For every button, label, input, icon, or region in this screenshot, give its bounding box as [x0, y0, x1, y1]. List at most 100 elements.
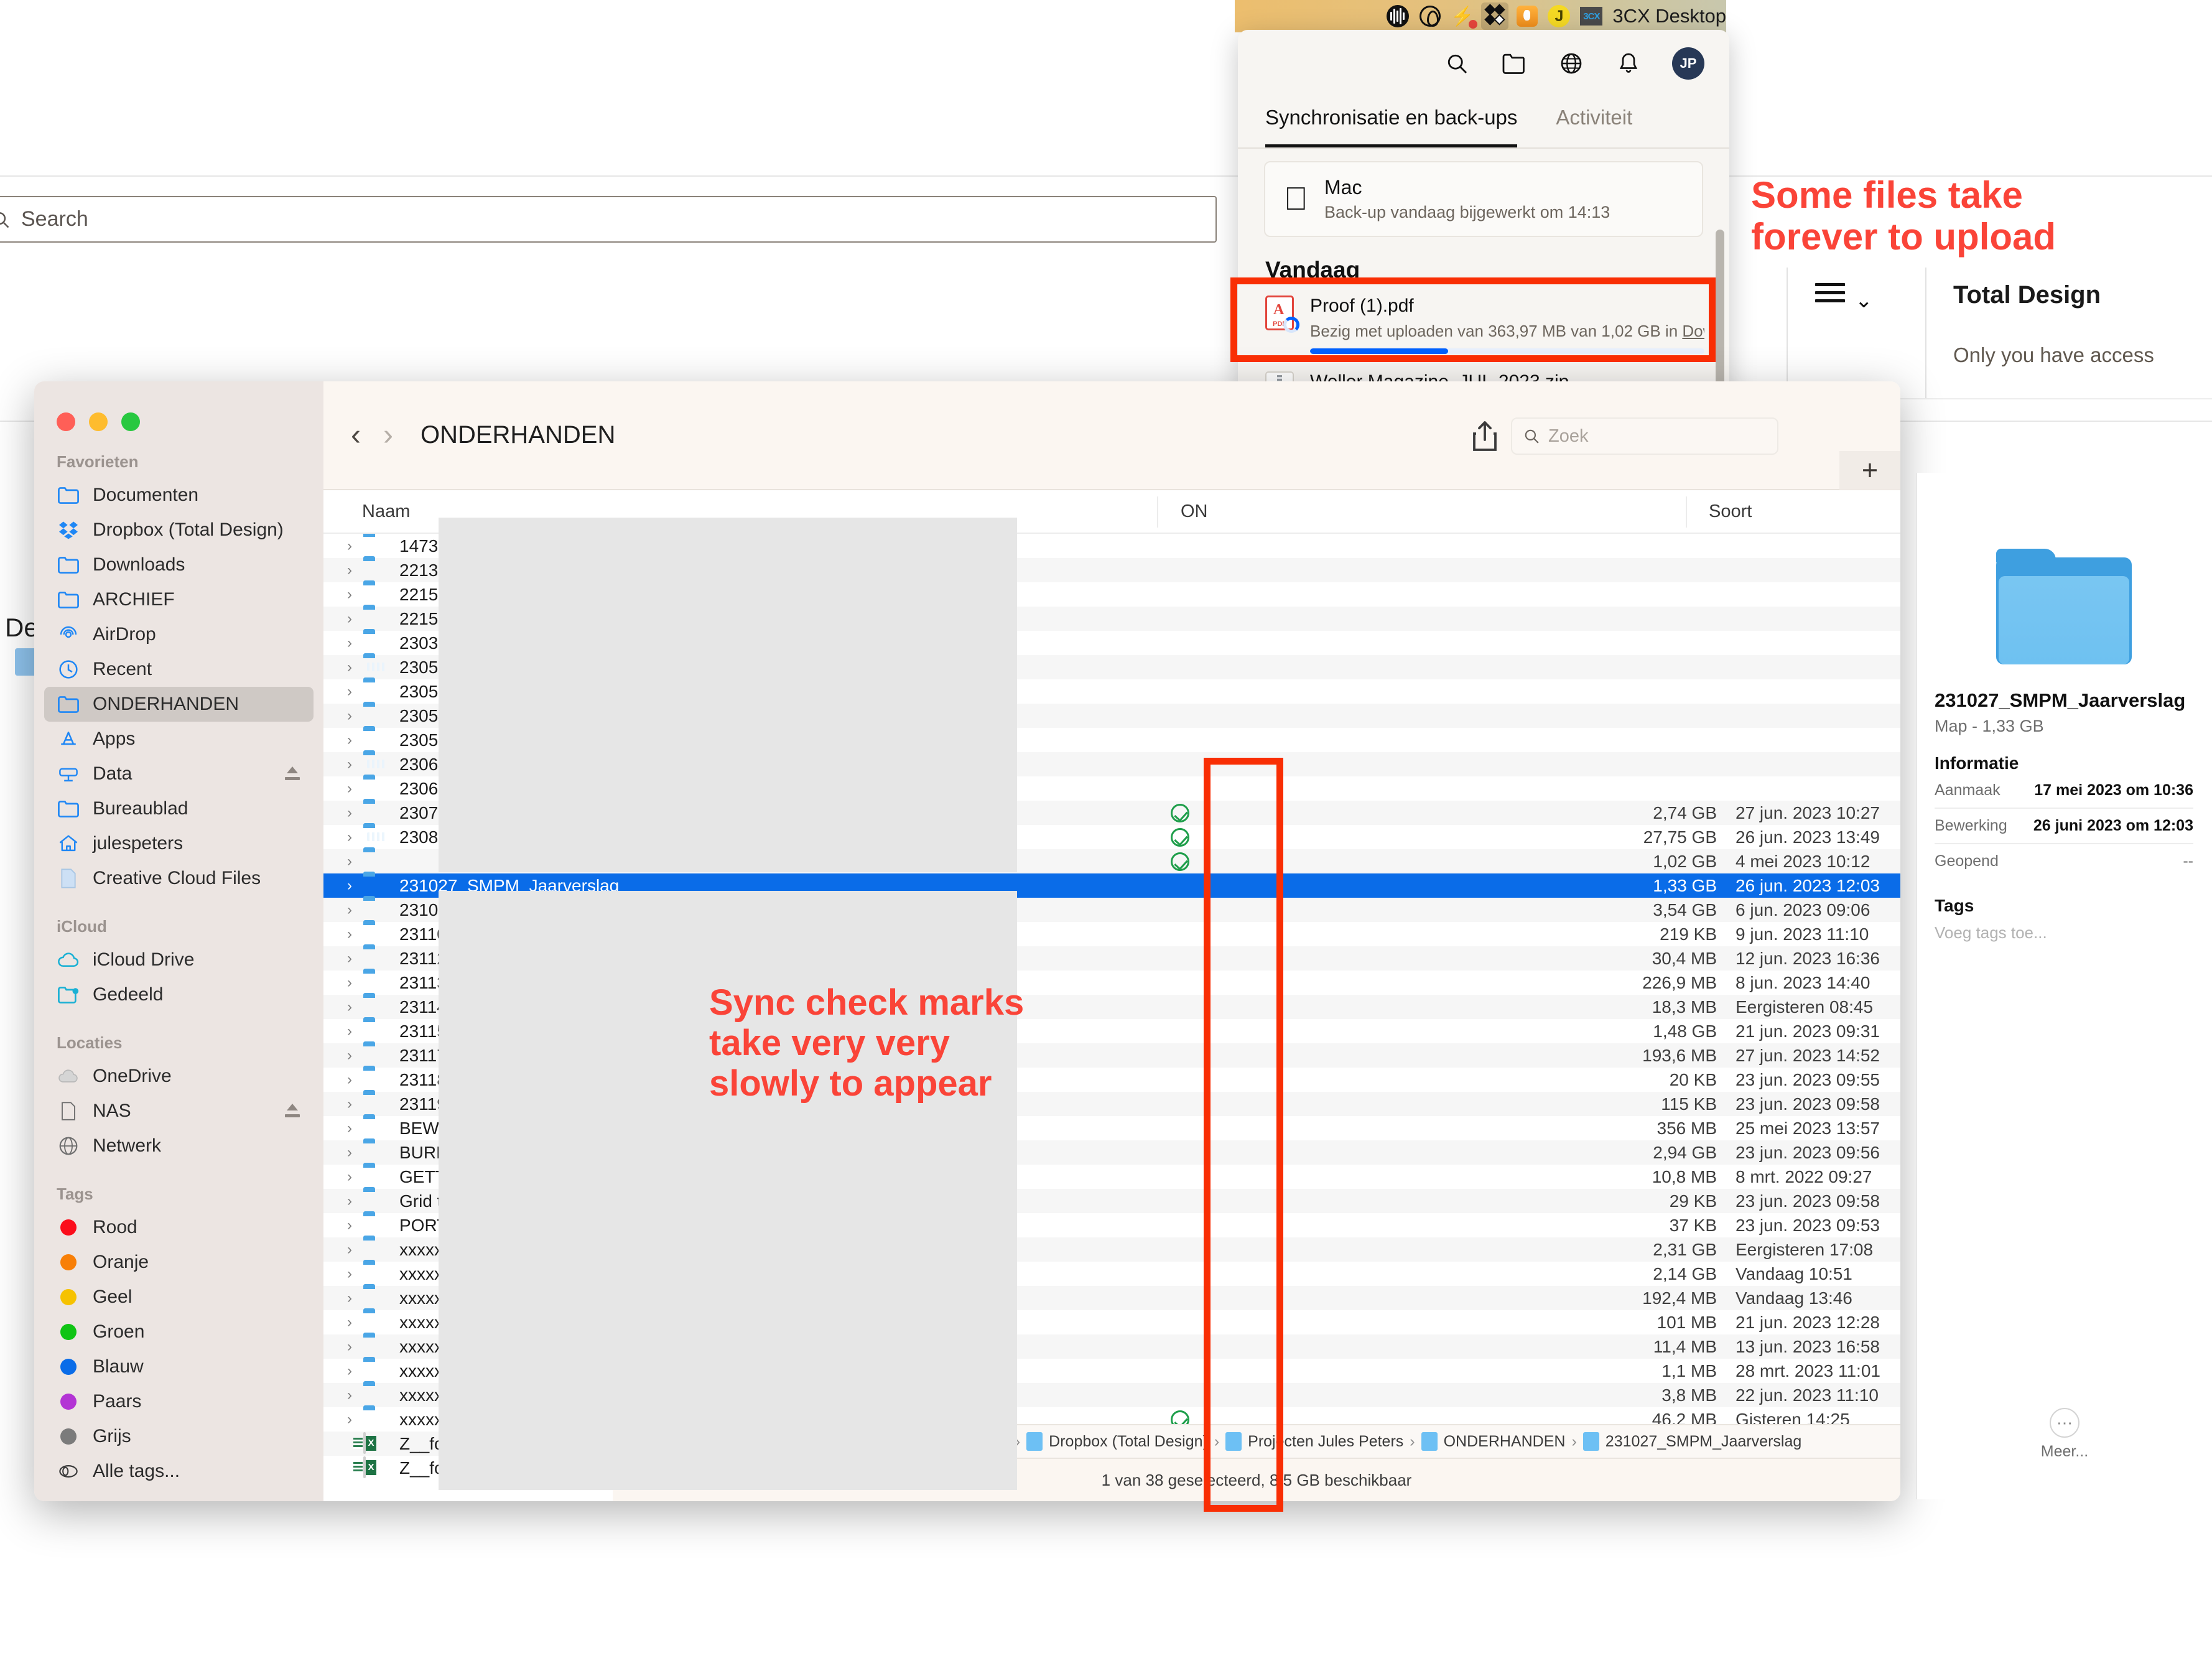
- sidebar-item-data[interactable]: Data: [44, 757, 314, 791]
- user-initial-icon[interactable]: J: [1546, 2, 1573, 30]
- sidebar-item-onedrive[interactable]: OneDrive: [44, 1059, 314, 1094]
- 3cx-icon[interactable]: 3CX: [1578, 2, 1605, 30]
- disclosure-triangle-icon[interactable]: ›: [338, 974, 361, 992]
- sidebar-item-tag-oranje[interactable]: Oranje: [44, 1245, 314, 1280]
- add-tab-button[interactable]: +: [1839, 451, 1900, 490]
- sidebar-item-apps[interactable]: Apps: [44, 722, 314, 757]
- share-icon[interactable]: [1471, 420, 1499, 452]
- fire-folder-icon[interactable]: [1513, 2, 1541, 30]
- disclosure-triangle-icon[interactable]: ›: [338, 1120, 361, 1137]
- sidebar-item-icloud-drive[interactable]: iCloud Drive: [44, 943, 314, 977]
- audio-waveform-icon[interactable]: [1384, 2, 1411, 30]
- creative-cloud-icon[interactable]: [1416, 2, 1444, 30]
- breadcrumb-item[interactable]: ONDERHANDEN: [1421, 1432, 1565, 1451]
- disclosure-triangle-icon[interactable]: ›: [338, 804, 361, 822]
- maximize-button[interactable]: [121, 412, 140, 431]
- web-search-input[interactable]: Search: [0, 196, 1217, 243]
- eject-icon[interactable]: [285, 766, 300, 780]
- disclosure-triangle-icon[interactable]: ›: [338, 1047, 361, 1064]
- sidebar-item-tag-geel[interactable]: Geel: [44, 1280, 314, 1315]
- sidebar-item-bureaublad[interactable]: Bureaublad: [44, 791, 314, 826]
- disclosure-triangle-icon[interactable]: ›: [338, 1338, 361, 1356]
- disclosure-triangle-icon[interactable]: ›: [338, 999, 361, 1016]
- column-header-soort[interactable]: Soort: [1709, 501, 1752, 522]
- disclosure-triangle-icon[interactable]: ›: [338, 1217, 361, 1234]
- sidebar-item-alle-tags[interactable]: Alle tags...: [44, 1454, 314, 1489]
- disclosure-triangle-icon[interactable]: ›: [338, 1387, 361, 1404]
- more-button[interactable]: ⋯ Meer...: [1917, 1408, 2212, 1461]
- folder-icon: [363, 1142, 391, 1163]
- list-view-icon[interactable]: [1815, 283, 1845, 305]
- column-header-naam[interactable]: Naam: [323, 501, 410, 522]
- disclosure-triangle-icon[interactable]: ›: [338, 877, 361, 895]
- forward-button[interactable]: ›: [383, 418, 393, 452]
- close-button[interactable]: [57, 412, 75, 431]
- sidebar-item-dropbox[interactable]: Dropbox (Total Design): [44, 513, 314, 547]
- sidebar-item-gedeeld[interactable]: Gedeeld: [44, 977, 314, 1012]
- sidebar-item-tag-groen[interactable]: Groen: [44, 1315, 314, 1349]
- disclosure-triangle-icon[interactable]: ›: [338, 659, 361, 676]
- disclosure-triangle-icon[interactable]: ›: [338, 1071, 361, 1089]
- search-input[interactable]: Zoek: [1511, 417, 1778, 455]
- disclosure-triangle-icon[interactable]: ›: [338, 538, 361, 555]
- disclosure-triangle-icon[interactable]: ›: [338, 586, 361, 603]
- sidebar-item-tag-paars[interactable]: Paars: [44, 1384, 314, 1419]
- disclosure-triangle-icon[interactable]: ›: [338, 780, 361, 798]
- disclosure-triangle-icon[interactable]: ›: [338, 562, 361, 579]
- sidebar-item-creative-cloud-files[interactable]: Creative Cloud Files: [44, 861, 314, 896]
- disclosure-triangle-icon[interactable]: ›: [338, 635, 361, 652]
- disclosure-triangle-icon[interactable]: ›: [338, 732, 361, 749]
- disclosure-triangle-icon[interactable]: ›: [338, 1241, 361, 1259]
- disclosure-triangle-icon[interactable]: ›: [338, 1362, 361, 1380]
- tab-sync-backups[interactable]: Synchronisatie en back-ups: [1265, 97, 1518, 147]
- sidebar-item-archief[interactable]: ARCHIEF: [44, 582, 314, 617]
- avatar[interactable]: JP: [1672, 47, 1704, 80]
- globe-icon[interactable]: [1558, 50, 1585, 77]
- sidebar-item-julespeters[interactable]: julespeters: [44, 826, 314, 861]
- disclosure-triangle-icon[interactable]: ›: [338, 901, 361, 919]
- sidebar-item-onderhanden[interactable]: ONDERHANDEN: [44, 687, 314, 722]
- disclosure-triangle-icon[interactable]: ›: [338, 756, 361, 773]
- sidebar-item-tag-rood[interactable]: Rood: [44, 1210, 314, 1245]
- eject-icon[interactable]: [285, 1104, 300, 1117]
- add-tags-input[interactable]: Voeg tags toe...: [1935, 923, 2193, 943]
- sidebar-item-downloads[interactable]: Downloads: [44, 547, 314, 582]
- disclosure-triangle-icon[interactable]: ›: [338, 1096, 361, 1113]
- disclosure-triangle-icon[interactable]: ›: [338, 1411, 361, 1428]
- sidebar-item-documenten[interactable]: Documenten: [44, 478, 314, 513]
- sidebar-item-netwerk[interactable]: Netwerk: [44, 1129, 314, 1163]
- back-button[interactable]: ‹: [351, 418, 361, 452]
- disclosure-triangle-icon[interactable]: ›: [338, 707, 361, 725]
- bell-icon[interactable]: [1615, 50, 1642, 77]
- disclosure-triangle-icon[interactable]: ›: [338, 610, 361, 628]
- disclosure-triangle-icon[interactable]: ›: [338, 1314, 361, 1331]
- chevron-down-icon[interactable]: ⌄: [1855, 288, 1873, 313]
- file-date: 23 jun. 2023 09:53: [1736, 1215, 1880, 1235]
- disclosure-triangle-icon[interactable]: ›: [338, 1168, 361, 1186]
- sidebar-item-recent[interactable]: Recent: [44, 652, 314, 687]
- dropbox-diamond-icon[interactable]: [1480, 2, 1508, 30]
- sidebar-item-airdrop[interactable]: AirDrop: [44, 617, 314, 652]
- sidebar-item-tag-grijs[interactable]: Grijs: [44, 1419, 314, 1454]
- disclosure-triangle-icon[interactable]: ›: [338, 1144, 361, 1162]
- bolt-alert-icon[interactable]: ⚡: [1449, 2, 1478, 30]
- disclosure-triangle-icon[interactable]: ›: [338, 829, 361, 846]
- disclosure-triangle-icon[interactable]: ›: [338, 1265, 361, 1283]
- breadcrumb-item[interactable]: Dropbox (Total Design): [1026, 1432, 1208, 1451]
- disclosure-triangle-icon[interactable]: ›: [338, 926, 361, 943]
- disclosure-triangle-icon[interactable]: ›: [338, 1290, 361, 1307]
- folder-icon[interactable]: [1500, 50, 1528, 77]
- device-card[interactable]:  Mac Back-up vandaag bijgewerkt om 14:1…: [1264, 161, 1703, 237]
- breadcrumb-item[interactable]: 231027_SMPM_Jaarverslag: [1582, 1432, 1801, 1451]
- disclosure-triangle-icon[interactable]: ›: [338, 1023, 361, 1040]
- disclosure-triangle-icon[interactable]: ›: [338, 950, 361, 967]
- disclosure-triangle-icon[interactable]: ›: [338, 853, 361, 870]
- tab-activity[interactable]: Activiteit: [1556, 97, 1632, 147]
- column-header-on[interactable]: ON: [1181, 501, 1208, 522]
- disclosure-triangle-icon[interactable]: ›: [338, 683, 361, 701]
- sidebar-item-tag-blauw[interactable]: Blauw: [44, 1349, 314, 1384]
- search-icon[interactable]: [1443, 50, 1471, 77]
- sidebar-item-nas[interactable]: NAS: [44, 1094, 314, 1129]
- minimize-button[interactable]: [89, 412, 108, 431]
- disclosure-triangle-icon[interactable]: ›: [338, 1193, 361, 1210]
